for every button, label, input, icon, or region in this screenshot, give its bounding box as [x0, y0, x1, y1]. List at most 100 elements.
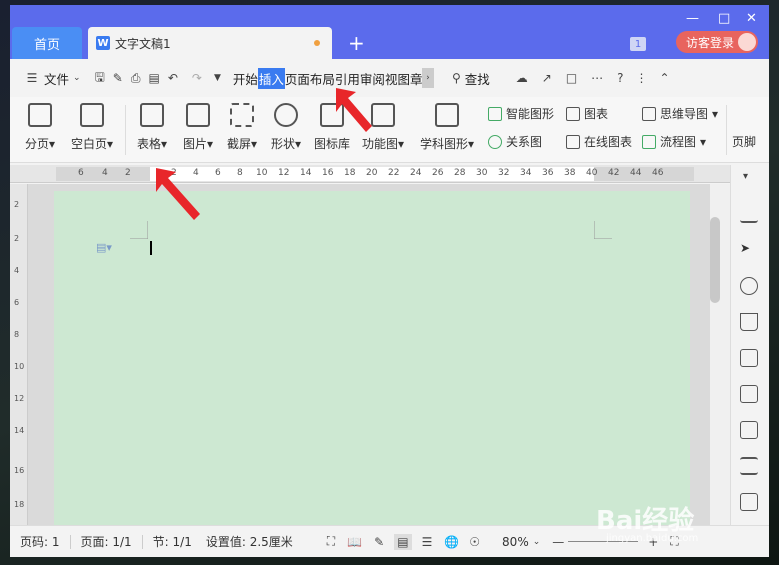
more-vertical-icon[interactable]: ⋮ — [636, 71, 648, 85]
settings-sliders-icon[interactable] — [740, 457, 758, 475]
web-view-icon[interactable]: 🌐 — [444, 535, 459, 549]
vruler-tick: 10 — [14, 362, 25, 371]
tab-document[interactable]: W 文字文稿1 — [88, 27, 332, 59]
menu-view[interactable]: 视图 — [385, 69, 410, 88]
fit-screen-icon[interactable]: ⛶ — [327, 534, 335, 549]
flowchart-button[interactable]: 流程图 ▾ — [642, 133, 706, 150]
ruler-tick: 10 — [256, 168, 268, 178]
mindmap-button[interactable]: 思维导图 ▾ — [642, 105, 718, 122]
redo-icon[interactable]: ↷ — [192, 71, 202, 85]
status-page-code[interactable]: 页码: 1 — [20, 533, 60, 550]
panel-toggle-icon[interactable]: ▾ — [743, 171, 748, 182]
ruler-tick: 8 — [237, 168, 243, 178]
ruler-tick: 28 — [454, 168, 466, 178]
divider — [141, 534, 143, 549]
window-count-badge[interactable]: 1 — [630, 37, 646, 51]
close-icon[interactable]: ✕ — [746, 11, 757, 26]
status-page[interactable]: 页面: 1/1 — [81, 533, 132, 550]
smart-art-button[interactable]: 智能图形 — [488, 105, 554, 122]
search-button[interactable]: 查找 — [465, 69, 490, 88]
page-break-button[interactable]: 分页▾ — [20, 103, 60, 152]
screenshot-button[interactable]: 截屏▾ — [222, 103, 262, 152]
online-chart-label: 在线图表 — [584, 135, 633, 149]
guest-login-button[interactable]: 访客登录 — [676, 31, 758, 53]
status-section[interactable]: 节: 1/1 — [153, 533, 192, 550]
outline-icon[interactable]: ☰ — [422, 535, 433, 549]
menu-insert[interactable]: 插入 — [257, 67, 285, 89]
collapse-ribbon-icon[interactable]: ⌃ — [660, 71, 670, 85]
share-icon[interactable]: ↗ — [542, 71, 552, 85]
minimize-icon[interactable]: — — [686, 11, 699, 26]
table-panel-icon[interactable] — [740, 349, 758, 367]
maximize-icon[interactable]: □ — [718, 11, 730, 26]
tab-home[interactable]: 首页 — [12, 27, 82, 59]
grid-icon[interactable] — [740, 385, 758, 403]
ribbon-toolbar: 分页▾ 空白页▾ 表格▾ 图片▾ 截屏▾ 形状▾ 图标库 功能图▾ 学科图形▾ … — [10, 97, 769, 163]
blank-page-button[interactable]: 空白页▾ — [66, 103, 118, 152]
vruler-tick: 12 — [14, 394, 25, 403]
picture-button[interactable]: 图片▾ — [178, 103, 218, 152]
menu-row: ☰ 文件 ⌄ 🖫 ✎ ⎙ ▤ ↶ ↷ ▼ 开始 插入 页面布局 引用 审阅 视图… — [10, 59, 769, 97]
read-mode-icon[interactable]: 📖 — [347, 535, 362, 549]
footer-button[interactable]: 页脚 — [732, 133, 766, 150]
relation-chart-label: 关系图 — [506, 135, 543, 149]
quick-access-icon[interactable]: ▼ — [214, 73, 221, 83]
title-bar: 首页 W 文字文稿1 + — □ ✕ 1 访客登录 — [10, 5, 769, 59]
status-setting[interactable]: 设置值: 2.5厘米 — [206, 533, 293, 550]
app-window: 首页 W 文字文稿1 + — □ ✕ 1 访客登录 ☰ 文件 ⌄ 🖫 ✎ ⎙ ▤… — [10, 5, 769, 557]
eye-care-icon[interactable]: ☉ — [469, 535, 480, 549]
writer-icon: W — [96, 36, 110, 50]
avatar — [738, 33, 756, 51]
search-icon[interactable]: ⚲ — [452, 71, 461, 85]
shapes-icon[interactable] — [740, 277, 758, 295]
relation-chart-button[interactable]: 关系图 — [488, 133, 542, 150]
paragraph-menu-icon[interactable]: ▤▾ — [96, 241, 112, 254]
menu-file[interactable]: 文件 — [44, 69, 69, 88]
chart-panel-icon[interactable] — [740, 421, 758, 439]
edit-mode-icon[interactable]: ✎ — [374, 535, 384, 549]
pen-icon[interactable] — [740, 205, 758, 223]
vertical-ruler[interactable]: 2 2 4 6 8 10 12 14 16 18 — [10, 184, 28, 525]
chart-button[interactable]: 图表 — [566, 105, 608, 122]
divider — [125, 105, 126, 155]
more-icon[interactable]: ⋯ — [591, 71, 603, 85]
vruler-tick: 8 — [14, 330, 20, 339]
page-view-icon[interactable]: ▤ — [394, 533, 412, 550]
ruler-tick: 16 — [322, 168, 334, 178]
chart-label: 图表 — [584, 107, 609, 121]
chevron-down-icon[interactable]: ⌄ — [73, 73, 81, 83]
hamburger-icon[interactable]: ☰ — [24, 71, 40, 85]
zoom-chevron-icon[interactable]: ⌄ — [533, 537, 541, 547]
export-icon[interactable]: ▤ — [148, 71, 159, 85]
zoom-level[interactable]: 80% — [502, 535, 529, 549]
shape-button[interactable]: 形状▾ — [266, 103, 306, 152]
menu-more-icon[interactable]: › — [421, 68, 434, 88]
feature-chart-label: 功能图 — [361, 137, 398, 151]
subject-shape-label: 学科图形 — [419, 137, 468, 151]
vruler-tick: 14 — [14, 426, 25, 435]
print-icon[interactable]: ⎙ — [131, 71, 141, 86]
help-icon[interactable]: ? — [617, 71, 623, 85]
image-panel-icon[interactable] — [740, 493, 758, 511]
pointer-icon[interactable]: ➤ — [740, 241, 758, 259]
comment-icon[interactable]: □ — [566, 71, 577, 85]
flowchart-label: 流程图 — [660, 135, 697, 149]
zoom-out-icon[interactable]: — — [552, 535, 564, 549]
menu-chapter[interactable]: 章节 — [410, 69, 422, 88]
table-button[interactable]: 表格▾ — [132, 103, 172, 152]
new-tab-button[interactable]: + — [348, 31, 365, 55]
format-painter-icon[interactable]: ✎ — [113, 71, 123, 85]
undo-icon[interactable]: ↶ — [168, 71, 178, 85]
text-cursor — [150, 241, 152, 255]
online-chart-button[interactable]: 在线图表 — [566, 133, 632, 150]
ruler-tick: 22 — [388, 168, 400, 178]
menu-start[interactable]: 开始 — [233, 69, 258, 88]
scrollbar-thumb[interactable] — [710, 217, 720, 303]
subject-shape-button[interactable]: 学科图形▾ — [416, 103, 478, 152]
ruler-tick: 18 — [344, 168, 356, 178]
fill-icon[interactable] — [740, 313, 758, 331]
save-icon[interactable]: 🖫 — [95, 68, 105, 89]
cloud-icon[interactable]: ☁ — [516, 71, 528, 85]
page-break-label: 分页 — [24, 137, 49, 151]
horizontal-ruler[interactable]: 6 4 2 2 4 6 8 10 12 14 16 18 20 22 24 26… — [10, 165, 730, 183]
